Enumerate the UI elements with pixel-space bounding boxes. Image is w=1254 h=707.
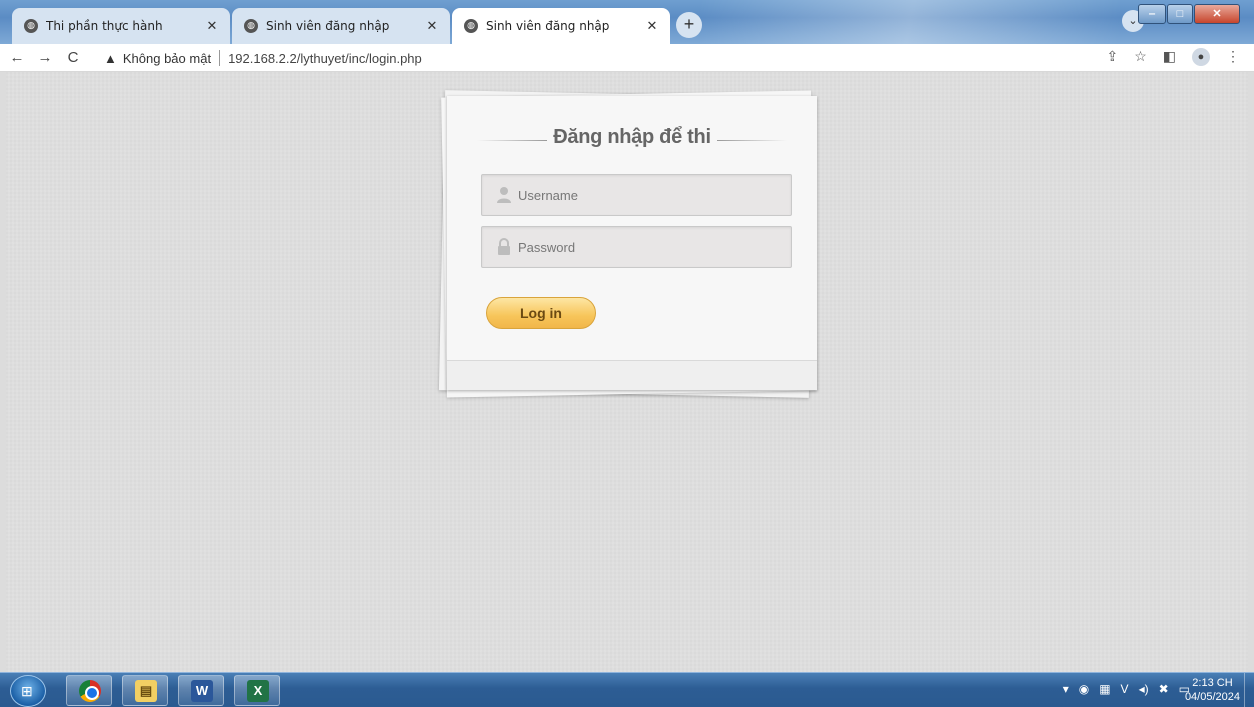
excel-icon: X <box>247 680 269 702</box>
taskbar-file-explorer[interactable]: ▤ <box>122 675 168 706</box>
globe-icon: ◍ <box>464 19 478 33</box>
clock-time: 2:13 CH <box>1192 677 1233 689</box>
taskbar-chrome[interactable] <box>66 675 112 706</box>
chrome-icon <box>79 680 101 702</box>
forward-arrow-icon[interactable]: → <box>34 49 56 66</box>
tab-thi-phan-thuc-hanh[interactable]: ◍ Thi phần thực hành ✕ <box>12 8 230 44</box>
login-heading-wrap: Đăng nhập để thi <box>477 126 787 154</box>
windows-logo-icon: ⊞ <box>21 683 33 699</box>
close-icon[interactable]: ✕ <box>204 19 220 34</box>
username-input[interactable] <box>518 187 778 203</box>
url-text[interactable]: 192.168.2.2/lythuyet/inc/login.php <box>228 51 422 66</box>
login-button[interactable]: Log in <box>486 297 596 329</box>
folder-icon: ▤ <box>135 680 157 702</box>
clock-date: 04/05/2024 <box>1184 691 1240 703</box>
taskbar-word[interactable]: W <box>178 675 224 706</box>
window-glass <box>700 0 1120 44</box>
share-icon[interactable]: ⇪ <box>1106 48 1118 66</box>
security-label[interactable]: Không bảo mật <box>123 51 211 66</box>
tab-sinh-vien-dang-nhap-2[interactable]: ◍ Sinh viên đăng nhập ✕ <box>452 8 670 44</box>
back-arrow-icon[interactable]: ← <box>6 49 28 66</box>
tab-sinh-vien-dang-nhap-1[interactable]: ◍ Sinh viên đăng nhập ✕ <box>232 8 450 44</box>
tray-alert-icon[interactable]: ✖ <box>1159 682 1169 696</box>
close-icon[interactable]: ✕ <box>644 19 660 34</box>
tab-title: Sinh viên đăng nhập <box>486 19 610 33</box>
login-heading: Đăng nhập để thi <box>553 126 711 148</box>
show-desktop-button[interactable] <box>1244 673 1254 707</box>
close-icon[interactable]: ✕ <box>424 19 440 34</box>
globe-icon: ◍ <box>244 19 258 33</box>
login-card-footer <box>447 360 817 390</box>
maximize-button[interactable]: □ <box>1167 4 1193 24</box>
taskbar-excel[interactable]: X <box>234 675 280 706</box>
reload-icon[interactable]: C <box>62 49 84 66</box>
divider <box>219 50 221 66</box>
volume-icon[interactable]: ◂) <box>1139 682 1149 696</box>
user-icon <box>497 187 511 203</box>
taskbar-clock[interactable]: 2:13 CH 04/05/2024 <box>1185 676 1240 704</box>
tray-keyboard-icon[interactable]: ▦ <box>1099 682 1110 696</box>
browser-toolbar: ← → C ▲ Không bảo mật 192.168.2.2/lythuy… <box>0 44 1254 72</box>
page-viewport: Đăng nhập để thi Log in <box>6 72 1248 672</box>
browser-tab-strip: ◍ Thi phần thực hành ✕ ◍ Sinh viên đăng … <box>0 0 1254 44</box>
password-input[interactable] <box>518 239 778 255</box>
close-window-button[interactable]: ✕ <box>1194 4 1240 24</box>
word-icon: W <box>191 680 213 702</box>
side-panel-icon[interactable]: ◧ <box>1163 48 1176 66</box>
profile-avatar-icon[interactable]: ● <box>1192 48 1210 66</box>
globe-icon: ◍ <box>24 19 38 33</box>
username-field[interactable] <box>481 174 792 216</box>
minimize-button[interactable]: ‒ <box>1138 4 1166 24</box>
warning-icon[interactable]: ▲ <box>104 51 117 66</box>
tray-network-app-icon[interactable]: ▾ <box>1063 682 1069 696</box>
windows-taskbar: ⊞ ▤ W X ▾ ◉ ▦ V ◂) ✖ ▭ 2:13 CH 04/05/202… <box>0 672 1254 707</box>
toolbar-actions: ⇪ ☆ ◧ ● ⋮ <box>1106 48 1240 66</box>
menu-kebab-icon[interactable]: ⋮ <box>1226 48 1240 66</box>
lock-icon <box>498 238 510 255</box>
tab-title: Sinh viên đăng nhập <box>266 19 390 33</box>
tray-language-icon[interactable]: V <box>1121 682 1129 696</box>
tab-title: Thi phần thực hành <box>46 19 163 33</box>
tray-security-icon[interactable]: ◉ <box>1079 682 1089 696</box>
new-tab-button[interactable]: + <box>676 12 702 38</box>
start-button[interactable]: ⊞ <box>10 675 46 707</box>
system-tray: ▾ ◉ ▦ V ◂) ✖ ▭ <box>1063 682 1190 696</box>
bookmark-star-icon[interactable]: ☆ <box>1134 48 1147 66</box>
login-card: Đăng nhập để thi Log in <box>447 96 817 390</box>
address-bar[interactable]: ▲ Không bảo mật 192.168.2.2/lythuyet/inc… <box>104 46 422 70</box>
password-field[interactable] <box>481 226 792 268</box>
